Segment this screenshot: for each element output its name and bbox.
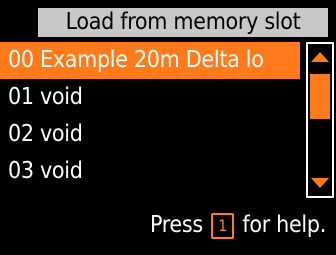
list-item-slot-00[interactable]: 00 Example 20m Delta lo: [0, 42, 300, 79]
screen-title: Load from memory slot: [38, 8, 328, 37]
list-item-slot-01[interactable]: 01 void: [0, 79, 300, 116]
scroll-up-icon[interactable]: [311, 52, 329, 62]
help-hint: Press 1 for help.: [150, 208, 326, 242]
scroll-down-icon[interactable]: [311, 178, 329, 188]
help-suffix: for help.: [242, 212, 326, 238]
help-prefix: Press: [149, 212, 203, 238]
list-scrollbar[interactable]: [306, 42, 334, 198]
memory-slot-screen: Load from memory slot 00 Example 20m Del…: [0, 0, 336, 255]
list-item-slot-03[interactable]: 03 void: [0, 153, 300, 190]
memory-slot-list: 00 Example 20m Delta lo 01 void 02 void …: [0, 42, 300, 190]
list-item-slot-02[interactable]: 02 void: [0, 116, 300, 153]
help-key-badge: 1: [211, 213, 235, 239]
scroll-thumb[interactable]: [310, 74, 330, 119]
